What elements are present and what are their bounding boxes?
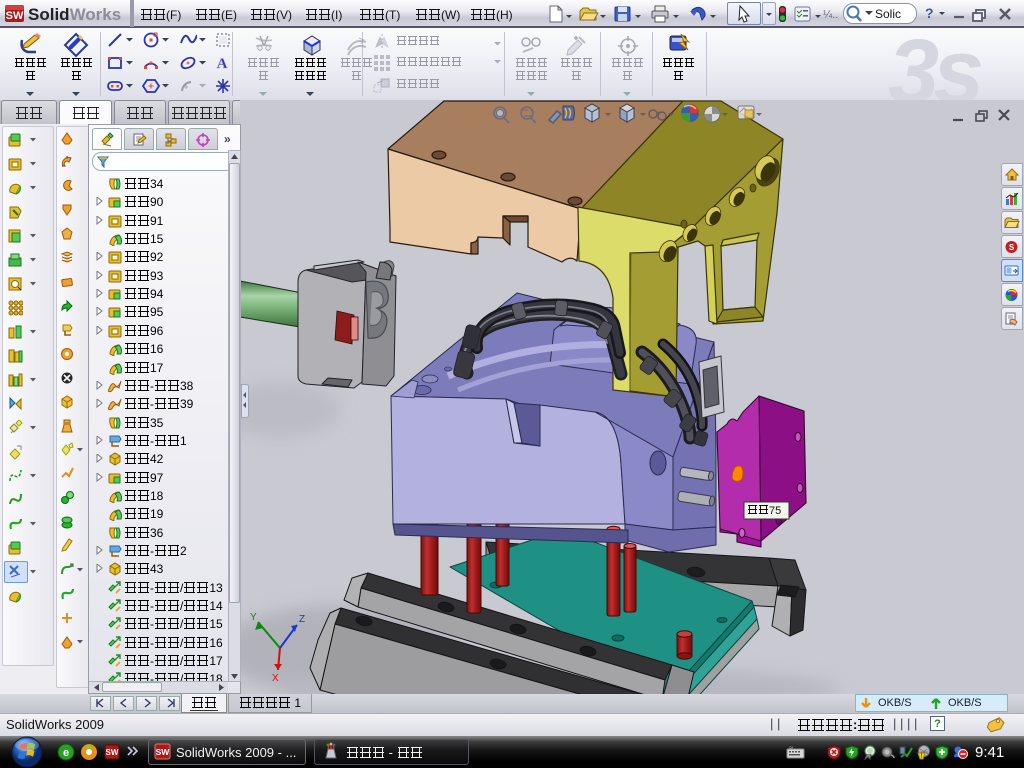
svg-text:Z: Z bbox=[299, 614, 305, 625]
svg-text:A: A bbox=[217, 56, 228, 71]
svg-text:Solic: Solic bbox=[875, 7, 901, 21]
svg-text:SW: SW bbox=[106, 748, 119, 757]
svg-text:S: S bbox=[1009, 243, 1015, 252]
svg-text:CH: CH bbox=[789, 746, 793, 750]
svg-text:SW: SW bbox=[6, 10, 24, 22]
svg-text:X: X bbox=[272, 673, 279, 684]
svg-text:e: e bbox=[63, 747, 69, 759]
svg-text:SolidWorks: SolidWorks bbox=[28, 5, 121, 24]
svg-text:¼..: ¼.. bbox=[823, 9, 838, 21]
svg-text:Y: Y bbox=[250, 612, 257, 623]
svg-text:SW: SW bbox=[156, 747, 171, 757]
